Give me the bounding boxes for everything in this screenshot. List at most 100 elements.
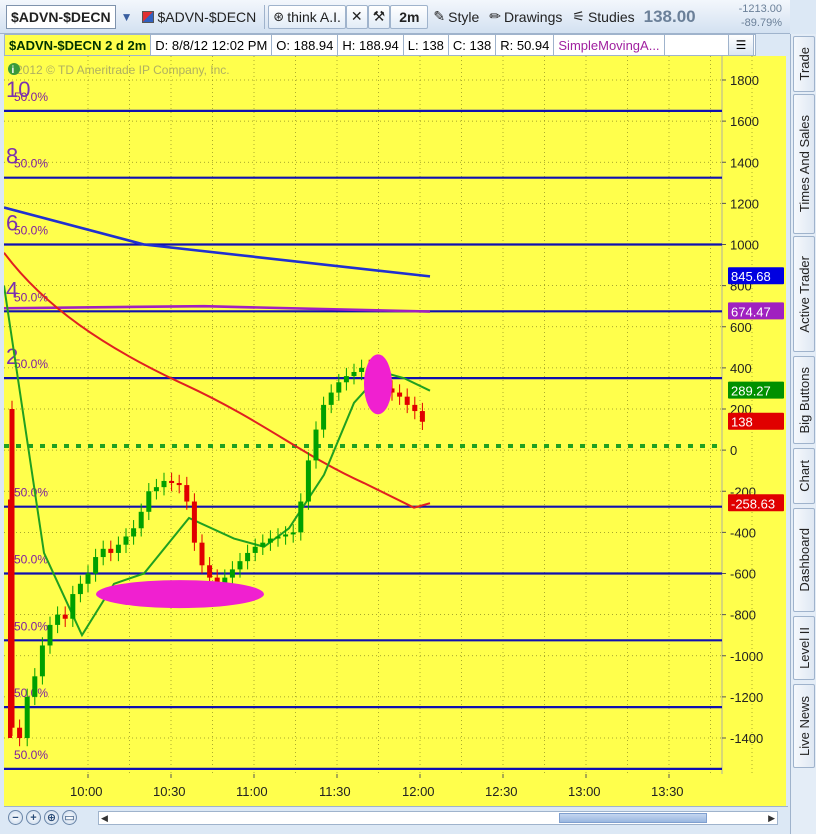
fib-percent-label: 50.0% (14, 553, 48, 567)
y-tick-label: -600 (730, 567, 756, 582)
candle-body (404, 396, 410, 405)
x-tick-label: 11:30 (319, 784, 351, 799)
candle-body (123, 536, 129, 545)
price-chart[interactable]: 180016001400120010008006004002000-200-40… (4, 56, 788, 806)
fib-level-number: 6 (6, 211, 18, 236)
chart-info-bar: $ADVN-$DECN 2 d 2m D: 8/8/12 12:02 PM O:… (4, 34, 756, 56)
candle-body (245, 552, 251, 562)
style-label: Style (448, 8, 480, 25)
fib-percent-label: 50.0% (14, 224, 48, 238)
candle-body (419, 411, 425, 422)
y-tick-label: 1400 (730, 155, 759, 170)
crosshair-icon: ✕ (350, 8, 363, 24)
candle-body (252, 546, 258, 553)
x-tick-label: 10:30 (153, 784, 186, 799)
chart-settings-button[interactable]: ☰ (728, 34, 754, 56)
style-button[interactable]: ✎ Style (428, 5, 484, 29)
x-tick-label: 13:30 (651, 784, 684, 799)
candle-body (343, 376, 349, 383)
linked-symbol-text: $ADVN-$DECN (157, 8, 257, 25)
x-tick-label: 12:30 (485, 784, 518, 799)
tab-dashboard[interactable]: Dashboard (793, 508, 815, 612)
bar-open: O: 188.94 (272, 35, 339, 55)
x-tick-label: 13:00 (568, 784, 601, 799)
tab-level-ii[interactable]: Level II (793, 616, 815, 680)
fib-percent-label: 50.0% (14, 357, 48, 371)
bar-high: H: 188.94 (338, 35, 404, 55)
drawings-button[interactable]: ✏ Drawings (484, 5, 567, 29)
change-display: -1213.00 -89.79% (739, 2, 782, 30)
candle-body (260, 542, 266, 547)
candle-body (169, 480, 175, 484)
candle-body (207, 565, 213, 578)
candle-body (199, 542, 205, 566)
think-ai-button[interactable]: ⊛ think A.I. (268, 4, 346, 29)
drawings-label: Drawings (504, 8, 563, 25)
y-tick-label: 1000 (730, 238, 759, 253)
symbol-dropdown[interactable]: ▼ (116, 5, 138, 29)
zoom-out-icon[interactable]: − (8, 810, 23, 825)
scroll-right-icon[interactable]: ▶ (768, 813, 775, 824)
bar-range: R: 50.94 (496, 35, 555, 55)
tab-chart[interactable]: Chart (793, 448, 815, 504)
highlight-ellipse (96, 580, 264, 609)
settings-icon: ☰ (735, 38, 747, 52)
tab-times-and-sales[interactable]: Times And Sales (793, 94, 815, 234)
crosshair-tool-button[interactable]: ✕ (345, 4, 368, 29)
info-icon-glyph: i (12, 65, 15, 76)
price-bubble-text: -258.63 (731, 496, 775, 511)
candle-body (283, 534, 289, 537)
candle-body (359, 367, 365, 372)
price-bubble-text: 674.47 (731, 304, 771, 319)
x-tick-label: 11:00 (236, 784, 268, 799)
tab-label: Dashboard (796, 528, 812, 592)
fib-percent-label: 50.0% (14, 619, 48, 633)
fib-level-number: 4 (6, 277, 18, 302)
x-tick-label: 10:00 (70, 784, 103, 799)
style-icon: ✎ (433, 8, 446, 24)
symbol-input[interactable]: $ADVN-$DECN (6, 4, 116, 29)
candle-body (161, 480, 167, 488)
candle-body (397, 392, 403, 397)
y-tick-label: 0 (730, 443, 737, 458)
net-change: -1213.00 (738, 3, 782, 15)
candle-body (146, 491, 152, 512)
tab-trade[interactable]: Trade (793, 36, 815, 92)
zoom-in-icon[interactable]: + (26, 810, 41, 825)
chevron-down-icon: ▼ (120, 9, 133, 24)
candle-body (55, 614, 61, 625)
zoom-reset-icon[interactable]: ⊕ (44, 810, 59, 825)
chart-title[interactable]: $ADVN-$DECN 2 d 2m (5, 35, 152, 55)
tab-big-buttons[interactable]: Big Buttons (793, 356, 815, 444)
link-color-icon (142, 10, 155, 23)
link-symbol-button[interactable]: $ADVN-$DECN (137, 5, 261, 29)
settings-tool-button[interactable]: ⚒ (367, 4, 391, 29)
candle-body (305, 460, 311, 502)
candle-body (267, 538, 273, 543)
wrench-icon: ⚒ (372, 8, 386, 24)
brain-icon: ⊛ (273, 8, 285, 24)
study-label[interactable]: SimpleMovingA... (554, 35, 665, 55)
candle-body (237, 561, 243, 570)
scroll-left-icon[interactable]: ◀ (101, 813, 108, 824)
candle-body (336, 382, 342, 393)
x-tick-label: 12:00 (402, 784, 435, 799)
candle-body (176, 483, 182, 486)
candle-body (8, 499, 12, 738)
candle-body (24, 696, 30, 738)
timeframe-button[interactable]: 2m (390, 4, 429, 29)
tab-live-news[interactable]: Live News (793, 684, 815, 768)
candle-body (100, 548, 106, 558)
fib-percent-label: 50.0% (14, 486, 48, 500)
scrollbar-thumb[interactable] (559, 813, 707, 823)
bar-date: D: 8/8/12 12:02 PM (151, 35, 273, 55)
candle-body (328, 392, 334, 405)
tab-active-trader[interactable]: Active Trader (793, 236, 815, 352)
candle-body (298, 501, 304, 533)
candle-body (62, 614, 68, 619)
studies-button[interactable]: ⚟ Studies (567, 5, 639, 29)
time-scrollbar[interactable]: ◀ ▶ (98, 811, 778, 825)
y-tick-label: -1400 (730, 731, 763, 746)
zoom-box-icon[interactable]: ▭ (62, 810, 77, 825)
fib-percent-label: 50.0% (14, 748, 48, 762)
